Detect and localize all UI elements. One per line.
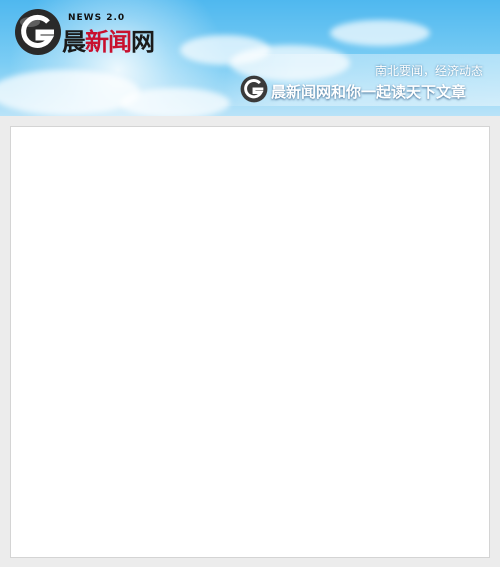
- logo-char-2: 新闻: [85, 28, 132, 56]
- logo-g-icon[interactable]: [14, 8, 62, 56]
- small-logo-icon: [240, 75, 268, 103]
- tagline-secondary: 南北要闻，经济动态: [374, 64, 483, 78]
- site-logo-text[interactable]: 晨新闻网: [62, 22, 155, 57]
- cloud-5: [330, 20, 430, 46]
- site-header: NEWS 2.0 晨新闻网 南北要闻，经济动态 晨新闻网和你一起读天下文章: [0, 0, 500, 116]
- logo-char-3: 网: [131, 28, 155, 56]
- logo-char-1: 晨: [62, 28, 86, 56]
- tagline-primary: 晨新闻网和你一起读天下文章: [271, 83, 467, 101]
- content-panel: [10, 126, 490, 558]
